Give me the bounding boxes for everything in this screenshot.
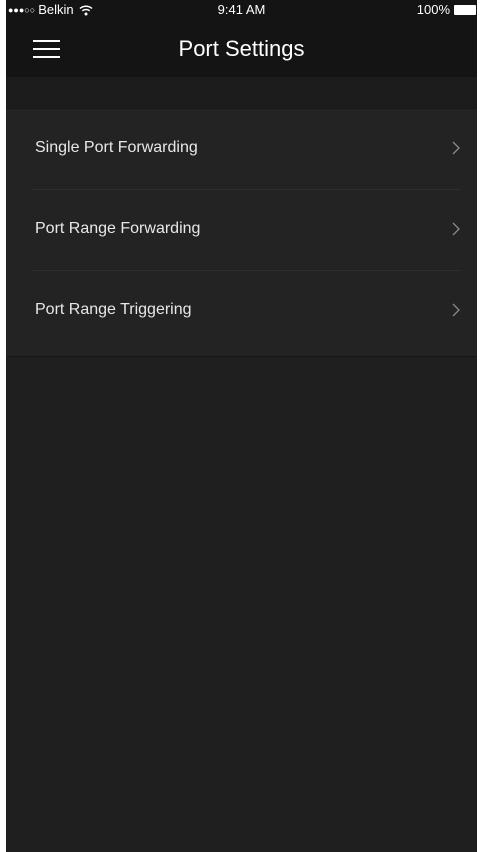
page-title: Port Settings: [178, 36, 305, 61]
chevron-right-icon: [451, 221, 461, 237]
status-time: 9:41 AM: [217, 2, 266, 17]
app-screen: ●●●○○ Belkin 9:41 AM 100% Port Settings: [6, 0, 477, 852]
single-port-forwarding-item[interactable]: Single Port Forwarding: [6, 109, 477, 190]
list-item-label: Port Range Forwarding: [35, 220, 201, 237]
section-spacer: [6, 77, 477, 109]
battery-status: 100%: [417, 2, 476, 17]
port-range-forwarding-item[interactable]: Port Range Forwarding: [6, 190, 477, 271]
chevron-right-icon: [451, 140, 461, 156]
content-background: [6, 357, 477, 852]
chevron-right-icon: [451, 302, 461, 318]
port-settings-list: Single Port Forwarding Port Range Forwar…: [6, 109, 477, 357]
navigation-bar: Port Settings: [6, 20, 477, 77]
status-bar: ●●●○○ Belkin 9:41 AM 100%: [6, 0, 477, 20]
list-item-label: Port Range Triggering: [35, 301, 192, 318]
battery-percentage: 100%: [416, 2, 450, 17]
port-range-triggering-item[interactable]: Port Range Triggering: [6, 271, 477, 352]
battery-icon: [454, 4, 476, 15]
list-item-label: Single Port Forwarding: [35, 139, 198, 156]
